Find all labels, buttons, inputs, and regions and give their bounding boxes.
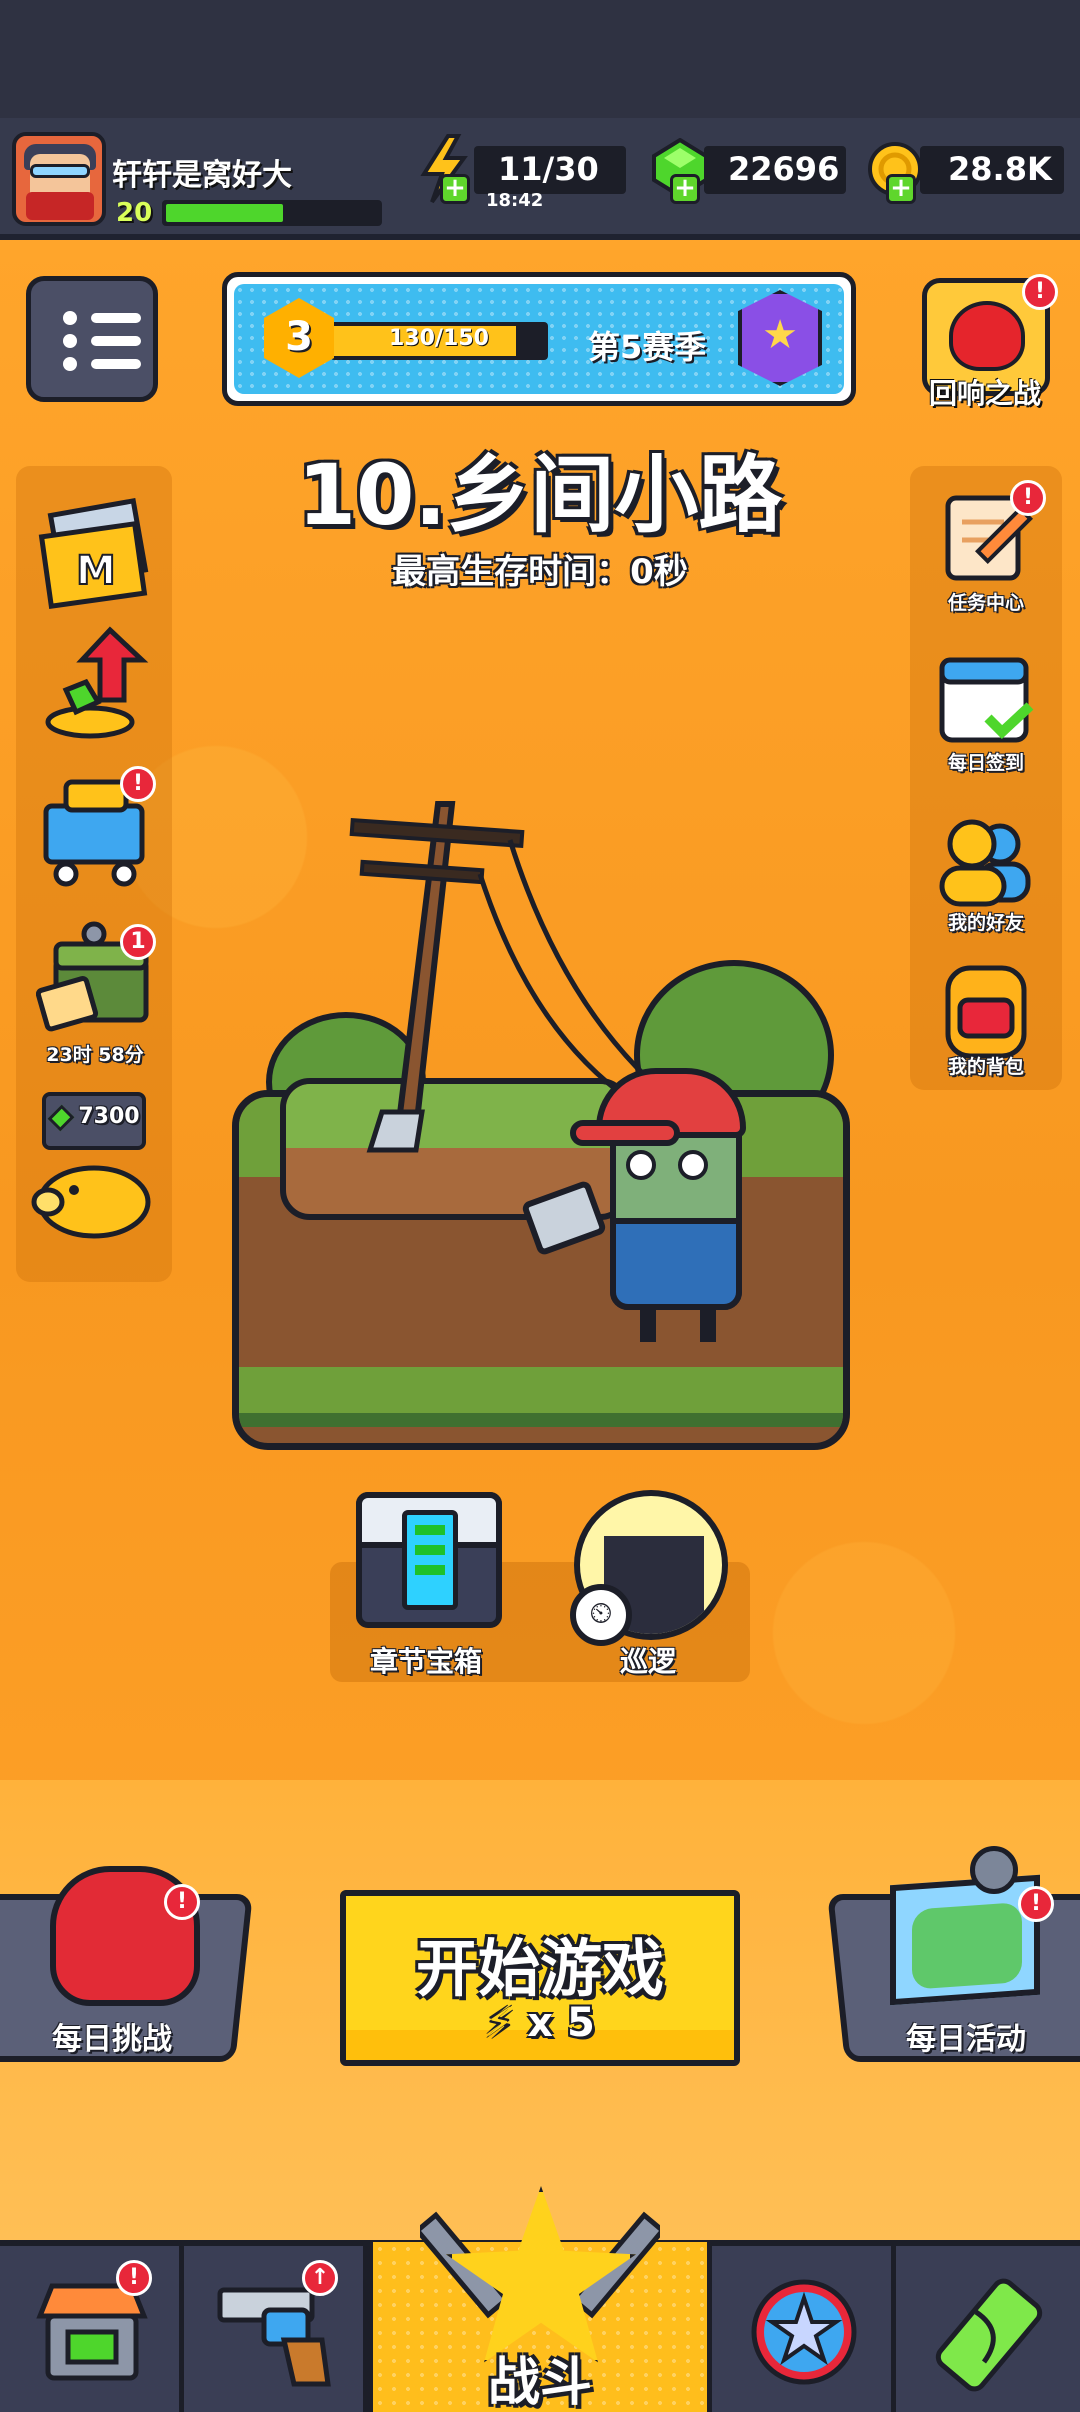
avatar-goggles: [30, 164, 90, 178]
backpack-icon[interactable]: [936, 956, 1036, 1064]
player-level: 20: [116, 198, 153, 228]
tab-gene[interactable]: [896, 2246, 1080, 2412]
zombie-eye-right: [678, 1150, 708, 1180]
energy-add-button[interactable]: +: [440, 174, 470, 204]
my-backpack-label: 我的背包: [947, 1056, 1024, 1078]
treasure-map-icon: [890, 1874, 1040, 2006]
svg-text:M: M: [76, 548, 116, 594]
start-cost-value: x 5: [527, 2000, 595, 2046]
energy-timer: 18:42: [486, 190, 544, 211]
shop-cart-badge: !: [120, 766, 156, 802]
clock-icon: ⏲: [570, 1584, 632, 1646]
daily-event-label: 每日活动: [906, 2022, 1026, 2057]
menu-dot: [63, 311, 77, 325]
zombie-eye-left: [626, 1150, 656, 1180]
tab-weapons[interactable]: ↑: [184, 2246, 368, 2412]
piggy-bank-icon[interactable]: [30, 1156, 154, 1246]
start-game-label: 开始游戏: [415, 1932, 664, 2005]
tab-shop[interactable]: !: [0, 2246, 184, 2412]
start-game-button[interactable]: 开始游戏 ⚡ x 5: [340, 1890, 740, 2066]
avatar-scarf: [26, 192, 94, 220]
map-pin-icon: [970, 1846, 1018, 1894]
season-level: 3: [285, 314, 313, 360]
energy-value: 11/30: [498, 150, 599, 188]
my-friends-label: 我的好友: [947, 912, 1024, 934]
revolver-icon: [217, 2287, 331, 2387]
season-progress-bar: 130/150: [330, 322, 548, 360]
season-card[interactable]: 130/150 3 第5赛季 ★: [222, 272, 856, 406]
demon-mask-icon: [949, 301, 1025, 371]
season-level-hex: 3: [264, 298, 334, 378]
island-grass-edge: [239, 1413, 843, 1427]
m-card-icon[interactable]: M: [36, 497, 154, 614]
growth-arrow-icon[interactable]: [40, 626, 152, 748]
crate-timer: 23时 58分: [46, 1044, 144, 1066]
zombie-cap-brim: [570, 1120, 680, 1146]
daily-event-badge: !: [1018, 1886, 1054, 1922]
island-grass-strip: [239, 1367, 843, 1413]
coin-add-button[interactable]: +: [886, 174, 916, 204]
echo-battle-label: 回响之战: [928, 377, 1041, 410]
daily-challenge-badge: !: [164, 1884, 200, 1920]
chest-core: [402, 1510, 458, 1610]
season-emblem-icon: ★: [738, 290, 822, 386]
weapons-upgrade-badge: ↑: [302, 2260, 338, 2296]
zombie-leg: [700, 1304, 716, 1342]
zombie-leg: [640, 1304, 656, 1342]
daily-checkin-label: 每日签到: [947, 752, 1024, 774]
shop-tab-badge: !: [116, 2260, 152, 2296]
menu-line: [91, 313, 141, 323]
chapter-chest-label: 章节宝箱: [370, 1645, 483, 1678]
coin-value: 28.8K: [948, 150, 1052, 188]
season-card-inner: 130/150 3 第5赛季 ★: [234, 284, 844, 394]
echo-battle-badge: !: [1022, 274, 1058, 310]
xp-bar: [162, 200, 382, 226]
gem-add-button[interactable]: +: [670, 174, 700, 204]
player-name: 轩轩是窝好大: [112, 158, 292, 193]
menu-button[interactable]: [26, 276, 158, 402]
patrol-label: 巡逻: [620, 1645, 677, 1678]
task-center-label: 任务中心: [947, 592, 1024, 614]
map-land: [912, 1902, 1022, 1990]
battle-tab-label: 战斗: [487, 2353, 592, 2412]
piggy-bank-value: 7300: [78, 1104, 140, 1129]
calendar-check-icon[interactable]: [936, 648, 1036, 752]
menu-dot: [63, 357, 77, 371]
star-orb-icon: [751, 2279, 857, 2385]
avatar[interactable]: [12, 132, 106, 226]
menu-line: [91, 336, 141, 346]
xp-bar-fill: [166, 204, 283, 222]
friends-icon[interactable]: [936, 814, 1036, 914]
task-center-badge: !: [1010, 480, 1046, 516]
season-progress-text: 130/150: [389, 326, 489, 351]
status-bar: [0, 0, 1080, 118]
daily-challenge-label: 每日挑战: [52, 2022, 172, 2057]
gene-canister-icon: [935, 2278, 1043, 2392]
chapter-chest-icon[interactable]: [356, 1492, 502, 1628]
start-game-cost: ⚡ x 5: [346, 2000, 734, 2046]
menu-line: [91, 359, 141, 369]
energy-bolt-icon: ⚡: [485, 2000, 514, 2046]
tab-talents[interactable]: [712, 2246, 896, 2412]
crate-badge: 1: [120, 924, 156, 960]
season-label: 第5赛季: [588, 328, 707, 366]
gem-value: 22696: [728, 150, 840, 188]
menu-dot: [63, 334, 77, 348]
zombie-overalls: [610, 1218, 742, 1310]
